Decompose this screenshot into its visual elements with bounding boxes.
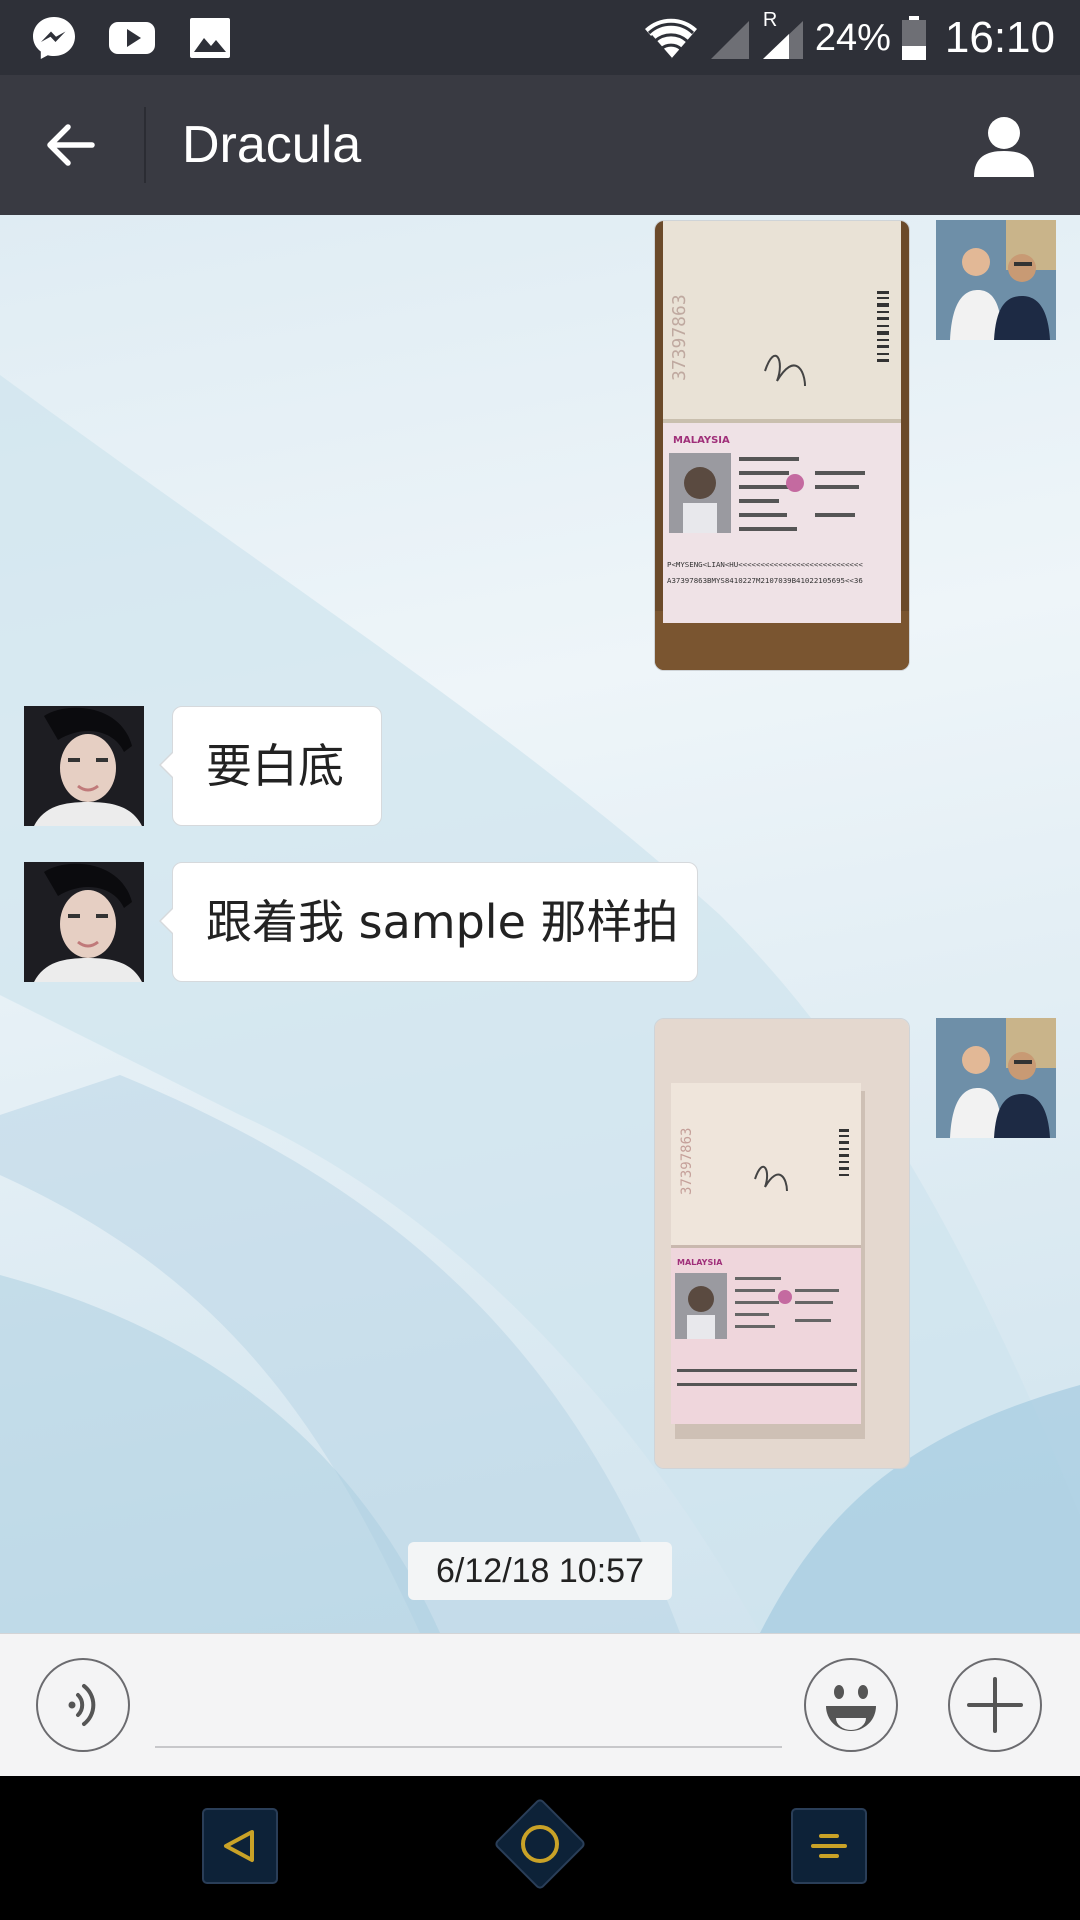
passport-mrz-line-1: P<MYSENG<LIAN<HU<<<<<<<<<<<<<<<<<<<<<<<<…	[667, 560, 863, 569]
status-bar: R 24% 16:10	[0, 0, 1080, 75]
voice-icon	[68, 1684, 96, 1726]
passport-mrz-line-2: A37397863BMYS8410227M2107039B41022105695…	[667, 576, 863, 585]
wifi-icon	[644, 18, 697, 60]
chat-screen: R 24% 16:10 Dracula 37397863 MALAYSIA P<…	[0, 0, 1080, 1920]
system-indicators: R 24% 16:10	[643, 9, 1055, 66]
battery-icon	[901, 16, 926, 60]
youtube-icon	[109, 22, 155, 54]
message-bubble[interactable]: 要白底	[159, 706, 382, 826]
passport-country: MALAYSIA	[677, 1258, 723, 1267]
message-bubble[interactable]: 跟着我 sample 那样拍	[159, 862, 698, 982]
plus-icon	[967, 1677, 1023, 1733]
signal-icon	[710, 21, 749, 59]
contact-avatar[interactable]	[24, 706, 144, 826]
message-timestamp: 6/12/18 10:57	[408, 1542, 672, 1600]
person-icon[interactable]	[968, 111, 1040, 183]
gallery-icon	[190, 18, 230, 58]
contact-avatar[interactable]	[24, 862, 144, 982]
passport-photo-message[interactable]: 37397863 MALAYSIA	[654, 1018, 910, 1469]
battery-percent: 24%	[814, 16, 891, 59]
attach-button[interactable]	[948, 1658, 1042, 1752]
home-circle-icon[interactable]	[490, 1794, 590, 1894]
passport-photo-message[interactable]: 37397863 MALAYSIA	[654, 220, 910, 671]
my-avatar[interactable]	[936, 1018, 1056, 1138]
passport-number: 37397863	[679, 1128, 695, 1195]
messenger-icon	[33, 17, 75, 59]
passport-image: 37397863 MALAYSIA	[655, 1019, 909, 1468]
arrow-left-icon[interactable]	[40, 113, 104, 177]
message-list[interactable]: 37397863 MALAYSIA P<MYSENG<LIAN<HU<<<<<<…	[0, 215, 1080, 1633]
passport-image: 37397863 MALAYSIA	[655, 221, 909, 670]
message-input[interactable]	[155, 1664, 782, 1748]
smiley-icon	[826, 1685, 876, 1731]
chat-title: Dracula	[182, 116, 362, 174]
app-header: Dracula	[0, 75, 1080, 215]
system-nav-bar	[0, 1776, 1080, 1920]
passport-country: MALAYSIA	[673, 435, 730, 446]
back-triangle-icon[interactable]	[202, 1808, 278, 1884]
voice-button[interactable]	[36, 1658, 130, 1752]
my-avatar[interactable]	[936, 220, 1056, 340]
menu-icon[interactable]	[791, 1808, 867, 1884]
passport-number: 37397863	[669, 294, 690, 381]
composer-bar	[0, 1633, 1080, 1777]
header-divider	[144, 107, 146, 183]
notification-icons	[30, 14, 234, 62]
signal-roaming-icon: R	[761, 9, 805, 61]
emoji-button[interactable]	[804, 1658, 898, 1752]
clock: 16:10	[944, 13, 1055, 62]
